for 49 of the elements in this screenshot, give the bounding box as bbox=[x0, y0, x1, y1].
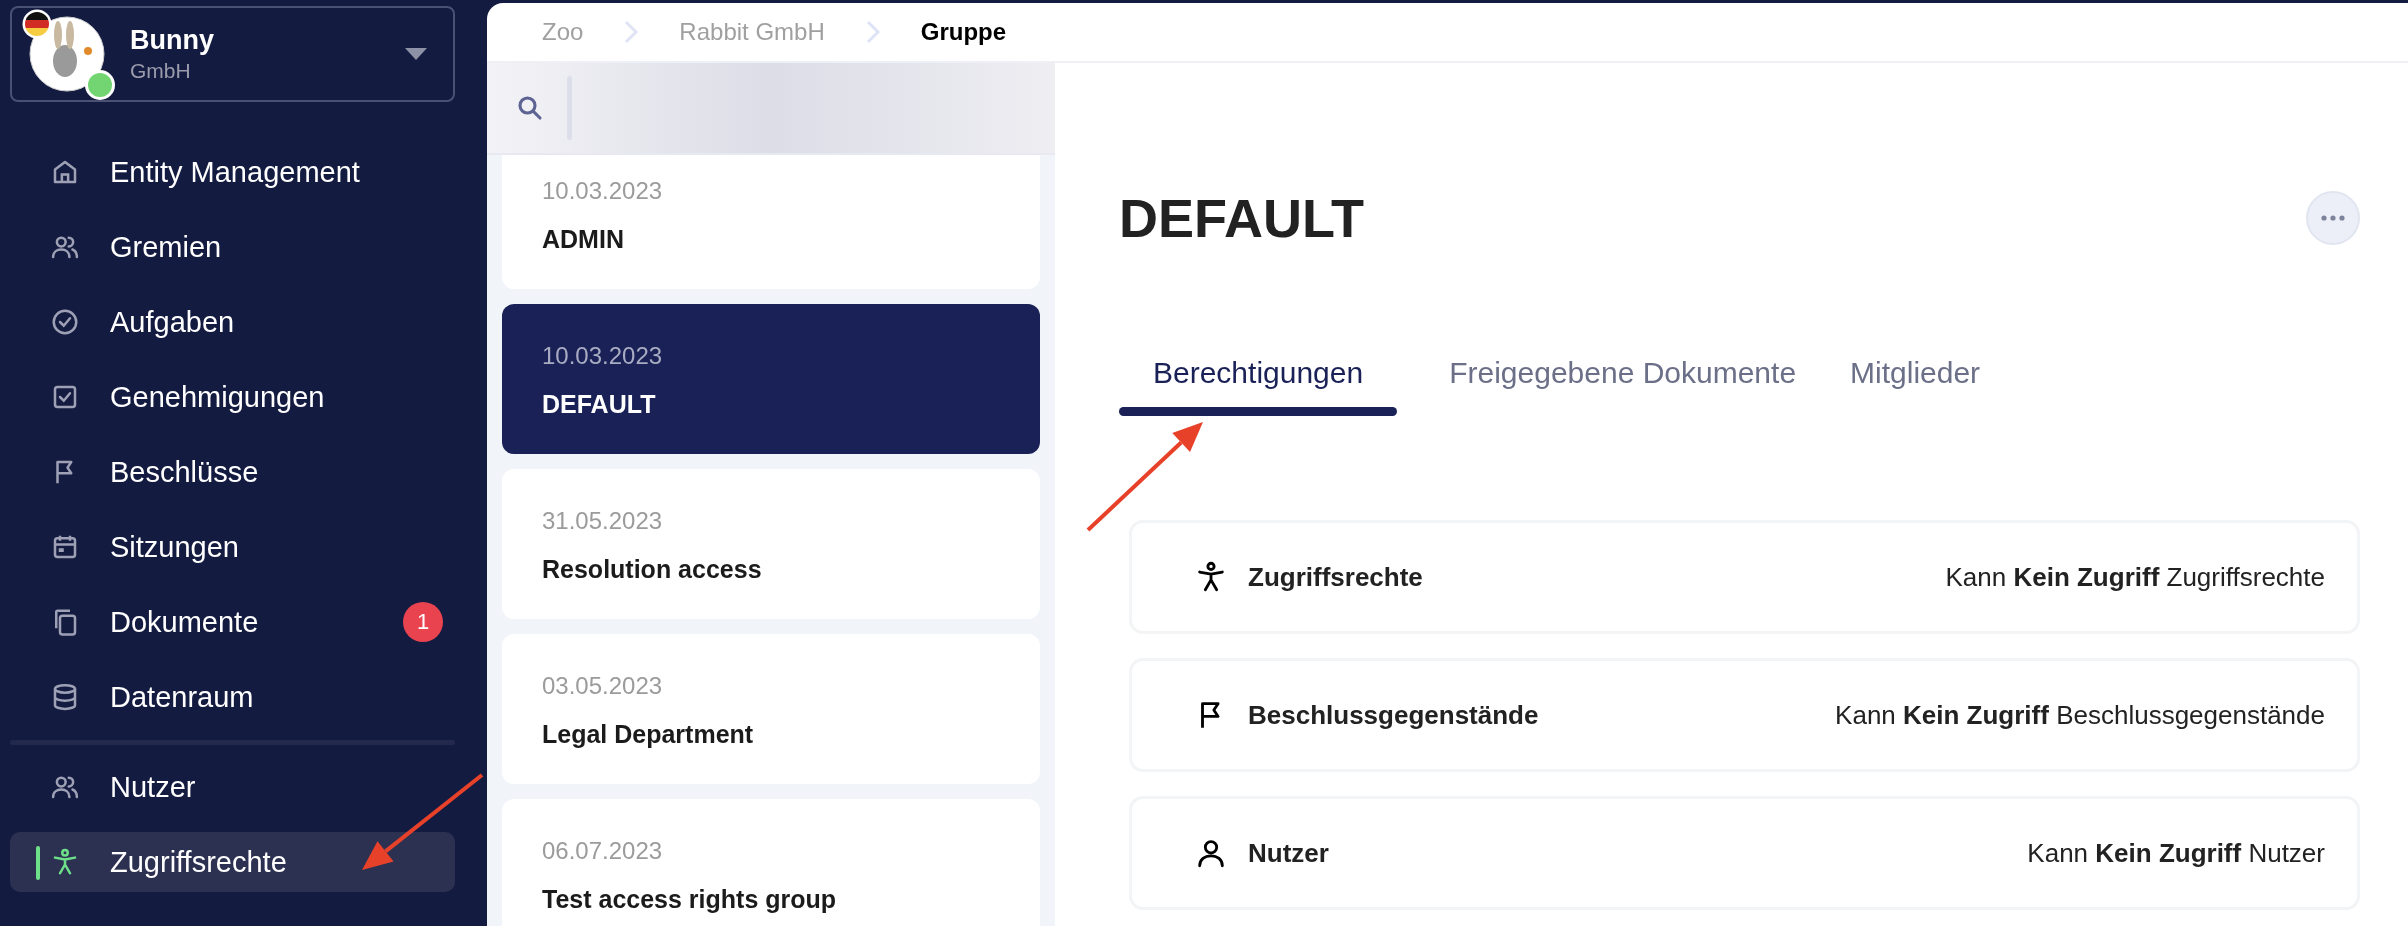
active-indicator bbox=[36, 846, 40, 880]
tab[interactable]: Freigegebene Dokumente bbox=[1447, 356, 1799, 416]
group-card[interactable]: 03.05.2023 Legal Department bbox=[502, 634, 1040, 784]
search-field[interactable] bbox=[487, 63, 1055, 155]
permission-summary: Kann Kein Zugriff Beschlussgegenstände bbox=[1835, 699, 2325, 731]
count-badge: 1 bbox=[403, 602, 443, 642]
permission-name: Beschlussgegenstände bbox=[1248, 699, 1540, 731]
sidebar-item[interactable]: Datenraum bbox=[10, 667, 455, 727]
group-name: DEFAULT bbox=[542, 390, 657, 419]
group-card[interactable]: 31.05.2023 Resolution access bbox=[502, 469, 1040, 619]
sidebar-item[interactable]: Dokumente 1 bbox=[10, 592, 455, 652]
permission-summary: Kann Kein Zugriff Nutzer bbox=[2027, 837, 2325, 869]
organization-switcher[interactable]: Bunny GmbH bbox=[10, 6, 455, 102]
group-date: 03.05.2023 bbox=[542, 672, 664, 700]
group-name: ADMIN bbox=[542, 225, 625, 254]
group-name: Test access rights group bbox=[542, 885, 838, 914]
sidebar-item[interactable]: Genehmigungen bbox=[10, 367, 455, 427]
sidebar-item[interactable]: Gremien bbox=[10, 217, 455, 277]
group-date: 06.07.2023 bbox=[542, 837, 664, 865]
group-card[interactable]: 06.07.2023 Test access rights group bbox=[502, 799, 1040, 926]
permission-name: Zugriffsrechte bbox=[1248, 561, 1424, 593]
group-card[interactable]: 10.03.2023 DEFAULT bbox=[502, 304, 1040, 454]
sidebar-item[interactable]: Zugriffsrechte bbox=[10, 832, 455, 892]
breadcrumb-link[interactable]: Gruppe bbox=[920, 18, 1007, 46]
dropdown-caret-icon bbox=[405, 48, 427, 60]
more-button[interactable] bbox=[2306, 191, 2360, 245]
sidebar-item[interactable]: Entity Management bbox=[10, 142, 455, 202]
more-icon bbox=[2321, 215, 2345, 221]
germany-flag-icon bbox=[22, 9, 52, 39]
group-date: 10.03.2023 bbox=[542, 177, 664, 205]
check-circle-icon bbox=[50, 307, 80, 337]
sidebar-item[interactable]: Sitzungen bbox=[10, 517, 455, 577]
group-date: 31.05.2023 bbox=[542, 507, 664, 535]
group-name: Resolution access bbox=[542, 555, 763, 584]
permission-name: Nutzer bbox=[1248, 837, 1330, 869]
group-name: Legal Department bbox=[542, 720, 755, 749]
chevron-right-icon bbox=[864, 20, 881, 44]
organization-name: Bunny bbox=[130, 25, 215, 56]
sidebar-item[interactable]: Beschlüsse bbox=[10, 442, 455, 502]
sidebar-item[interactable]: Aufgaben bbox=[10, 292, 455, 352]
page-title: DEFAULT bbox=[1119, 187, 1364, 249]
permission-summary: Kann Kein Zugriff Zugriffsrechte bbox=[1945, 561, 2325, 593]
sidebar-item[interactable]: Nutzer bbox=[10, 757, 455, 817]
tab[interactable]: Mitglieder bbox=[1848, 356, 1983, 416]
tab[interactable]: Berechtigungen bbox=[1119, 356, 1398, 416]
group-date: 10.03.2023 bbox=[542, 342, 664, 370]
group-card[interactable]: 10.03.2023 ADMIN bbox=[502, 155, 1040, 289]
chevron-right-icon bbox=[623, 20, 640, 44]
organization-type: GmbH bbox=[130, 59, 192, 83]
